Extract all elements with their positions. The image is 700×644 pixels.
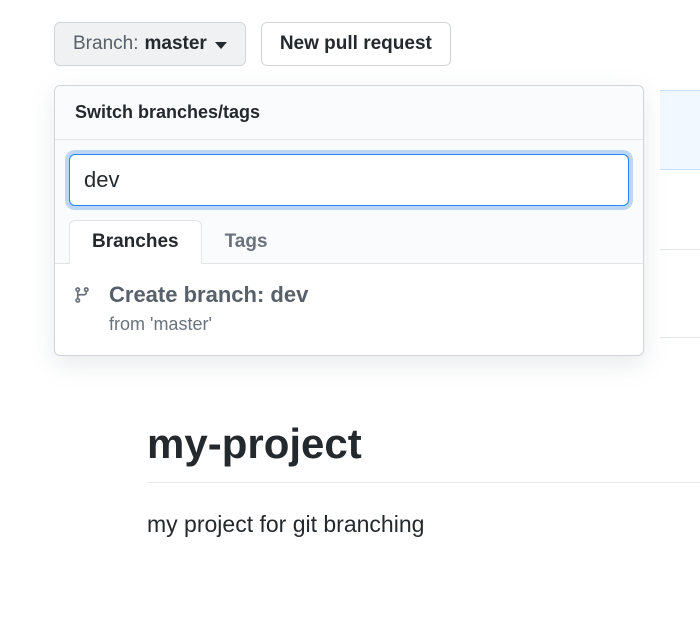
create-branch-content: Create branch: dev from 'master' <box>109 282 308 335</box>
caret-down-icon <box>215 42 227 49</box>
dropdown-header: Switch branches/tags <box>55 86 643 140</box>
tab-tags[interactable]: Tags <box>202 220 291 264</box>
create-branch-from: from 'master' <box>109 314 308 335</box>
tab-branches[interactable]: Branches <box>69 220 202 264</box>
background-panel <box>660 90 700 338</box>
dropdown-tabs: Branches Tags <box>55 220 643 264</box>
git-branch-icon <box>73 286 95 309</box>
stripe <box>660 250 700 338</box>
branch-value: master <box>144 33 206 55</box>
dropdown-search-wrap <box>55 140 643 220</box>
readme-title: my-project <box>147 420 700 482</box>
new-pull-request-button[interactable]: New pull request <box>261 22 451 66</box>
new-pr-label: New pull request <box>280 33 432 55</box>
create-branch-prefix: Create branch: <box>109 282 270 307</box>
branch-label: Branch: <box>73 33 138 55</box>
branch-dropdown: Switch branches/tags Branches Tags Creat… <box>54 85 644 356</box>
readme-description: my project for git branching <box>147 511 700 538</box>
stripe <box>660 90 700 170</box>
create-branch-title: Create branch: dev <box>109 282 308 308</box>
readme-section: my-project my project for git branching <box>147 420 700 538</box>
stripe <box>660 170 700 250</box>
toolbar: Branch: master New pull request <box>0 0 700 66</box>
create-branch-item[interactable]: Create branch: dev from 'master' <box>55 264 643 355</box>
create-branch-name: dev <box>270 282 308 307</box>
branch-search-input[interactable] <box>69 154 629 206</box>
divider <box>147 482 700 483</box>
branch-selector-button[interactable]: Branch: master <box>54 22 246 66</box>
